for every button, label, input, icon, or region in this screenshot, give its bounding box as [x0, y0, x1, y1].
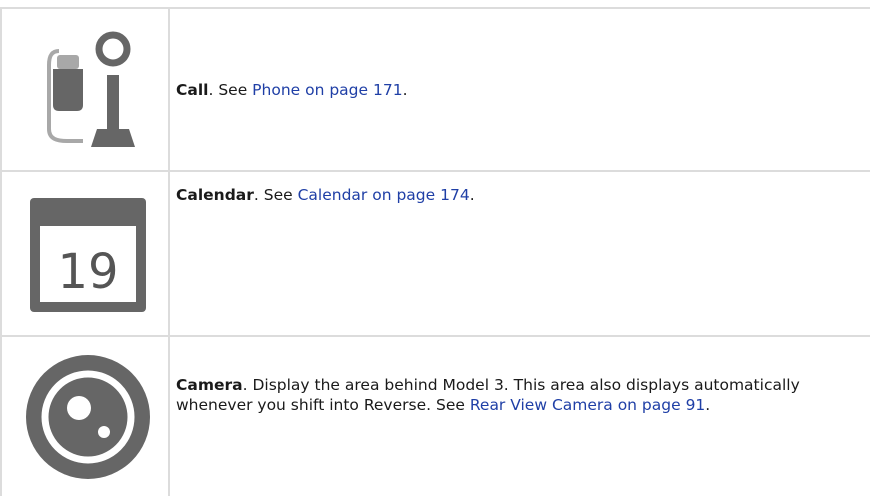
punctuation: .: [705, 396, 711, 414]
phone-page-link[interactable]: Phone on page 171: [252, 81, 402, 99]
row-description: Camera. Display the area behind Model 3.…: [176, 375, 862, 415]
punctuation: .: [402, 81, 408, 99]
phone-call-icon: [8, 9, 168, 170]
punctuation: .: [469, 186, 475, 204]
term-label: Camera: [176, 376, 243, 394]
camera-icon: [8, 337, 168, 496]
term-label: Call: [176, 81, 209, 99]
row-description: Calendar. See Calendar on page 174.: [176, 185, 862, 205]
feature-table: Call. See Phone on page 171. 19 Calendar…: [0, 0, 870, 496]
description-text: . See: [208, 81, 253, 99]
table-row-calendar: 19 Calendar. See Calendar on page 174.: [0, 172, 870, 335]
table-row-call: Call. See Phone on page 171.: [0, 9, 870, 170]
term-label: Calendar: [176, 186, 254, 204]
rear-view-camera-page-link[interactable]: Rear View Camera on page 91: [470, 396, 705, 414]
calendar-icon: 19: [8, 172, 168, 335]
calendar-page-link[interactable]: Calendar on page 174: [298, 186, 470, 204]
row-description: Call. See Phone on page 171.: [176, 80, 862, 100]
description-text: . See: [253, 186, 298, 204]
table-row-camera: Camera. Display the area behind Model 3.…: [0, 337, 870, 496]
calendar-day-number: 19: [57, 244, 118, 300]
